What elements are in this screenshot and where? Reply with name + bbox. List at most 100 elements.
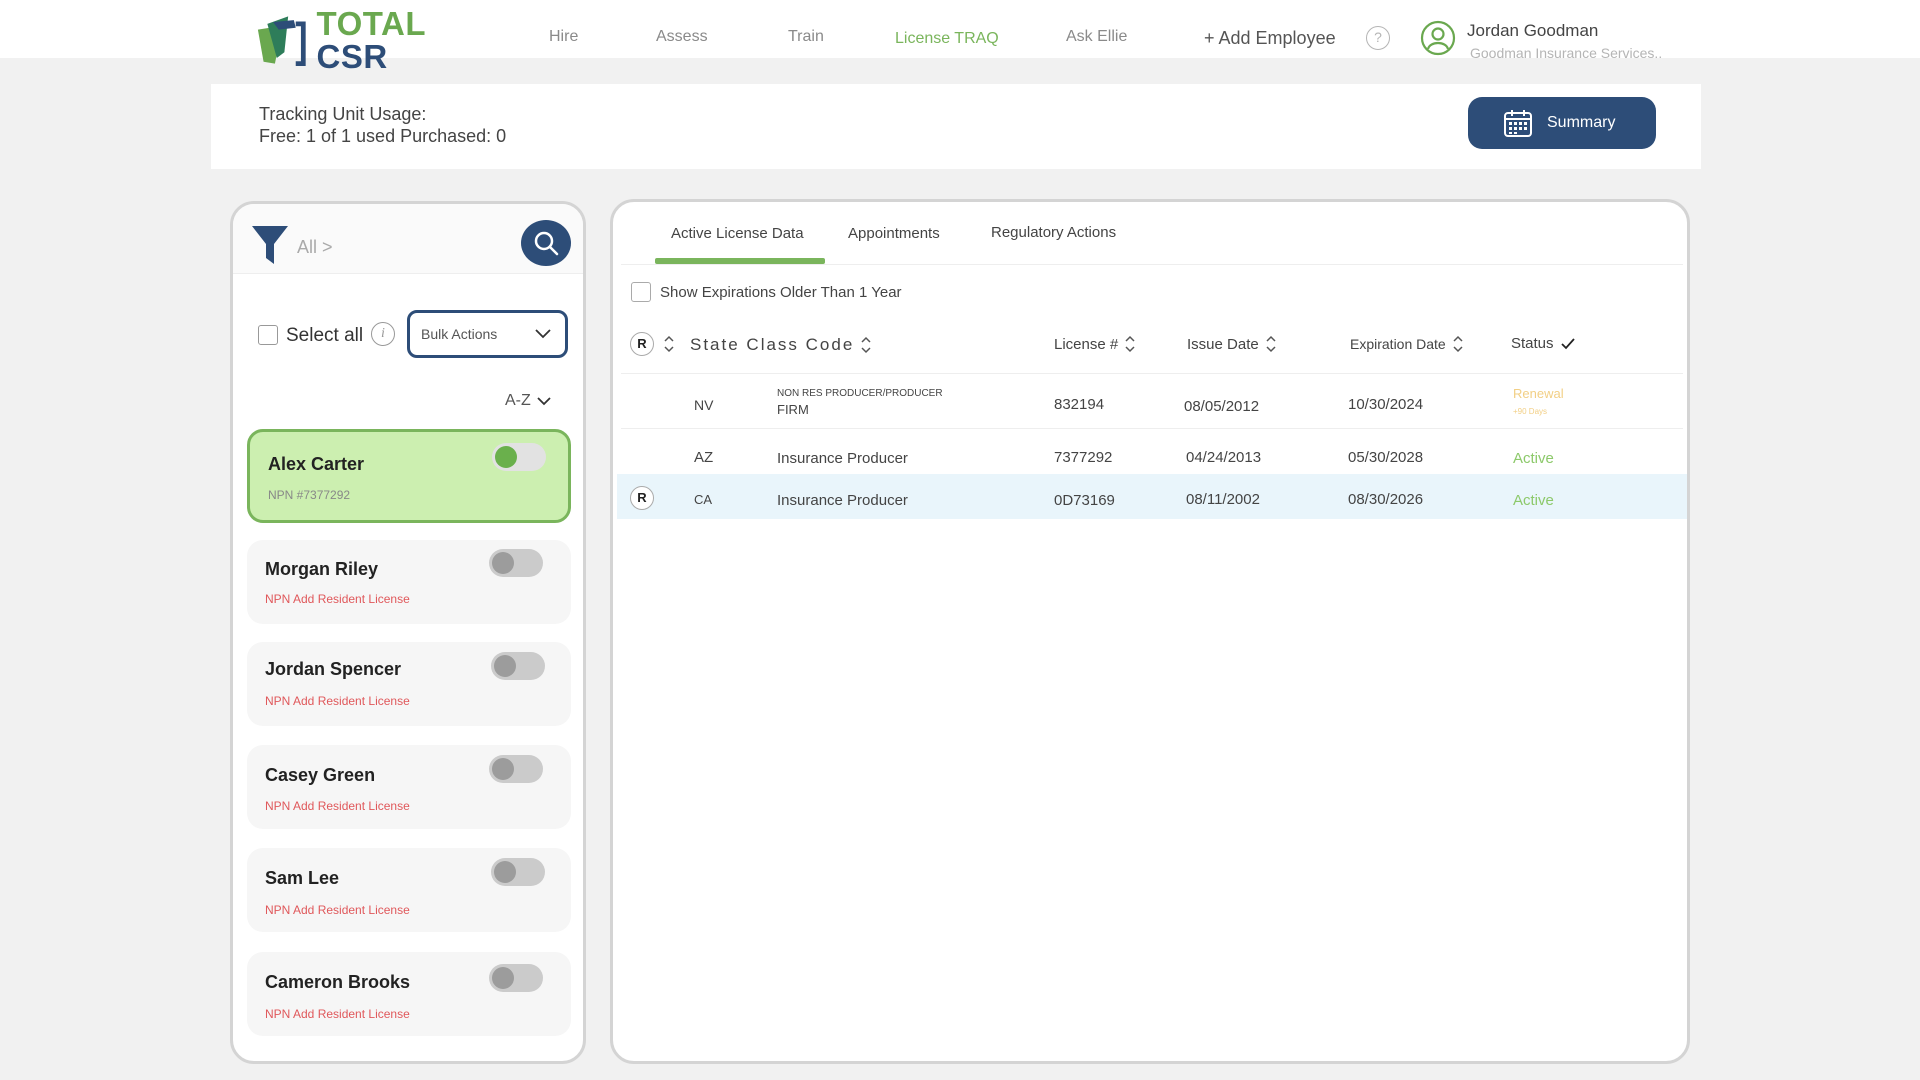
employee-npn-warning: NPN Add Resident License bbox=[265, 903, 410, 917]
employee-npn-warning: NPN Add Resident License bbox=[265, 1007, 410, 1021]
tracking-title: Tracking Unit Usage: bbox=[259, 104, 427, 124]
employee-card[interactable]: Morgan Riley NPN Add Resident License bbox=[247, 540, 571, 624]
tab-regulatory-actions[interactable]: Regulatory Actions bbox=[991, 224, 1116, 247]
search-icon bbox=[534, 231, 559, 256]
cell-state: CA bbox=[694, 492, 713, 507]
cell-license-number: 832194 bbox=[1054, 396, 1105, 413]
cell-issue-date: 04/24/2013 bbox=[1186, 449, 1262, 466]
header-divider bbox=[621, 373, 1683, 374]
tab-appointments[interactable]: Appointments bbox=[848, 225, 940, 248]
issue-date-header[interactable]: Issue Date bbox=[1187, 335, 1277, 353]
bulk-actions-label: Bulk Actions bbox=[421, 326, 498, 342]
license-number-header-label: License # bbox=[1054, 335, 1119, 353]
cell-issue-date: 08/05/2012 bbox=[1184, 398, 1260, 415]
chevron-down-icon bbox=[537, 396, 551, 405]
status-active: Active bbox=[1513, 492, 1554, 509]
employee-toggle[interactable] bbox=[491, 858, 545, 886]
toggle-knob bbox=[492, 967, 514, 989]
user-avatar-icon[interactable] bbox=[1420, 20, 1456, 56]
tab-divider bbox=[621, 264, 1683, 265]
select-all-checkbox[interactable] bbox=[258, 325, 278, 345]
cell-license-number: 7377292 bbox=[1054, 449, 1113, 466]
employee-toggle[interactable] bbox=[489, 755, 543, 783]
nav-train[interactable]: Train bbox=[788, 28, 824, 46]
employee-card[interactable]: Alex Carter NPN #7377292 bbox=[247, 429, 571, 523]
employee-card[interactable]: Casey Green NPN Add Resident License bbox=[247, 745, 571, 829]
toggle-knob bbox=[492, 758, 514, 780]
filter-row: All > bbox=[233, 204, 583, 274]
toggle-knob bbox=[494, 655, 516, 677]
employee-npn-warning: NPN Add Resident License bbox=[265, 694, 410, 708]
chevron-down-icon bbox=[535, 329, 551, 339]
filter-label[interactable]: All > bbox=[297, 237, 333, 258]
toggle-knob bbox=[495, 446, 517, 468]
cell-expiration-date: 08/30/2026 bbox=[1348, 491, 1424, 508]
employee-card[interactable]: Jordan Spencer NPN Add Resident License bbox=[247, 642, 571, 726]
state-class-code-header-label: State Class Code bbox=[690, 335, 855, 354]
logo-word-csr: CSR bbox=[316, 38, 388, 75]
user-company: Goodman Insurance Services.. bbox=[1470, 45, 1663, 61]
employee-toggle[interactable] bbox=[492, 443, 546, 471]
bulk-actions-dropdown[interactable]: Bulk Actions bbox=[407, 310, 568, 358]
help-icon[interactable]: ? bbox=[1366, 26, 1390, 50]
nav-ask-ellie[interactable]: Ask Ellie bbox=[1066, 28, 1127, 46]
employee-list-panel: All > Select all i Bulk Actions A-Z Alex… bbox=[230, 201, 586, 1064]
employee-name: Casey Green bbox=[265, 765, 376, 785]
cell-license-number: 0D73169 bbox=[1054, 492, 1115, 509]
filter-icon[interactable] bbox=[251, 224, 289, 266]
sort-arrows-icon[interactable] bbox=[663, 335, 675, 353]
cell-expiration-date: 10/30/2024 bbox=[1348, 396, 1424, 413]
user-name: Jordan Goodman bbox=[1467, 21, 1599, 40]
cell-class: Insurance Producer bbox=[777, 492, 908, 509]
tab-active-license-data[interactable]: Active License Data bbox=[671, 225, 804, 248]
employee-npn-warning: NPN Add Resident License bbox=[265, 799, 410, 813]
sort-dropdown[interactable]: A-Z bbox=[505, 392, 551, 410]
sort-arrows-icon bbox=[1453, 335, 1463, 353]
cell-expiration-date: 05/30/2028 bbox=[1348, 449, 1424, 466]
status-header-label: Status bbox=[1511, 335, 1554, 352]
summary-button-label: Summary bbox=[1547, 114, 1616, 131]
sort-arrows-icon bbox=[1266, 335, 1276, 353]
resident-badge: R bbox=[630, 486, 654, 510]
cell-issue-date: 08/11/2002 bbox=[1186, 491, 1260, 508]
show-expirations-checkbox[interactable] bbox=[631, 282, 651, 302]
cell-class: Insurance Producer bbox=[777, 450, 908, 467]
status-renewal: Renewal bbox=[1513, 386, 1564, 401]
checkmark-icon bbox=[1560, 337, 1575, 349]
nav-hire[interactable]: Hire bbox=[549, 28, 578, 46]
summary-button[interactable]: Summary bbox=[1468, 97, 1656, 149]
cell-state: NV bbox=[694, 397, 714, 413]
toggle-knob bbox=[492, 552, 514, 574]
employee-card[interactable]: Sam Lee NPN Add Resident License bbox=[247, 848, 571, 932]
logo-text: TOTAL CSR bbox=[317, 7, 496, 73]
sort-arrows-icon bbox=[861, 336, 871, 354]
cell-class: NON RES PRODUCER/PRODUCER bbox=[777, 388, 943, 399]
status-header[interactable]: Status bbox=[1511, 335, 1576, 352]
employee-toggle[interactable] bbox=[489, 964, 543, 992]
state-class-code-header[interactable]: State Class Code bbox=[690, 335, 872, 355]
logo-mark-icon bbox=[257, 16, 306, 67]
add-employee-link[interactable]: + Add Employee bbox=[1204, 28, 1336, 49]
status-renewal-sub: +90 Days bbox=[1513, 407, 1548, 416]
license-data-panel: Active License Data Appointments Regulat… bbox=[610, 199, 1690, 1064]
show-expirations-label: Show Expirations Older Than 1 Year bbox=[660, 284, 902, 301]
employee-card[interactable]: Cameron Brooks NPN Add Resident License bbox=[247, 952, 571, 1036]
toggle-knob bbox=[494, 861, 516, 883]
cell-class-line2: FIRM bbox=[777, 402, 809, 417]
row-divider bbox=[621, 428, 1683, 429]
r-column-header: R bbox=[630, 332, 654, 356]
select-all-label: Select all bbox=[286, 325, 364, 346]
issue-date-header-label: Issue Date bbox=[1187, 335, 1259, 353]
calendar-icon bbox=[1504, 110, 1532, 137]
employee-toggle[interactable] bbox=[491, 652, 545, 680]
license-number-header[interactable]: License # bbox=[1054, 335, 1136, 353]
search-button[interactable] bbox=[521, 220, 571, 266]
info-icon[interactable]: i bbox=[371, 322, 395, 346]
employee-npn-warning: NPN Add Resident License bbox=[265, 592, 410, 606]
nav-assess[interactable]: Assess bbox=[656, 28, 708, 46]
employee-toggle[interactable] bbox=[489, 549, 543, 577]
nav-license-traq[interactable]: License TRAQ bbox=[895, 30, 999, 48]
logo[interactable]: TOTAL CSR bbox=[256, 7, 496, 73]
expiration-date-header[interactable]: Expiration Date bbox=[1350, 335, 1464, 353]
employee-name: Cameron Brooks bbox=[265, 972, 411, 992]
